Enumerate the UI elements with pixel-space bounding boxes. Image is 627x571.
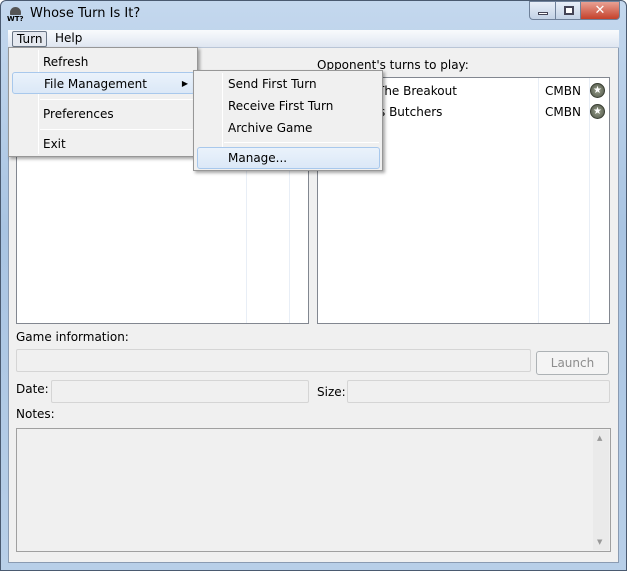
app-icon-text: WT? bbox=[7, 15, 24, 23]
notes-label: Notes: bbox=[16, 407, 55, 421]
turn-menu: Refresh File Management ▶ Preferences Ex… bbox=[8, 47, 198, 157]
game-name: s Butchers bbox=[379, 105, 443, 119]
close-button[interactable]: ✕ bbox=[580, 1, 620, 20]
menu-item-label: File Management bbox=[44, 77, 147, 91]
menu-help[interactable]: Help bbox=[51, 31, 86, 47]
size-label: Size: bbox=[317, 385, 346, 399]
date-label: Date: bbox=[16, 382, 49, 396]
game-info-field[interactable] bbox=[16, 349, 531, 372]
app-icon: WT? bbox=[7, 6, 25, 24]
launch-button[interactable]: Launch bbox=[536, 351, 609, 375]
notes-scrollbar[interactable]: ▲ ▼ bbox=[593, 430, 609, 550]
star-badge-icon: ★ bbox=[590, 83, 605, 98]
maximize-button[interactable] bbox=[555, 1, 581, 20]
file-management-submenu: Send First Turn Receive First Turn Archi… bbox=[193, 70, 383, 171]
menu-item-preferences[interactable]: Preferences bbox=[9, 103, 197, 125]
menu-item-file-management[interactable]: File Management ▶ bbox=[12, 72, 195, 94]
date-field[interactable] bbox=[51, 380, 309, 403]
menu-item-receive-first-turn[interactable]: Receive First Turn bbox=[194, 95, 382, 117]
game-type: CMBN bbox=[545, 84, 581, 98]
game-info-label: Game information: bbox=[16, 330, 129, 344]
submenu-arrow-icon: ▶ bbox=[181, 79, 188, 88]
size-field[interactable] bbox=[347, 380, 610, 403]
minimize-button[interactable] bbox=[529, 1, 556, 20]
game-type: CMBN bbox=[545, 105, 581, 119]
menu-item-archive-game[interactable]: Archive Game bbox=[194, 117, 382, 139]
menubar bbox=[8, 30, 619, 48]
notes-textarea[interactable]: ▲ ▼ bbox=[16, 428, 611, 552]
menu-item-send-first-turn[interactable]: Send First Turn bbox=[194, 73, 382, 95]
menu-item-manage[interactable]: Manage... bbox=[197, 147, 380, 169]
scroll-down-icon[interactable]: ▼ bbox=[597, 538, 602, 546]
menu-item-refresh[interactable]: Refresh bbox=[9, 51, 197, 73]
scroll-up-icon[interactable]: ▲ bbox=[597, 434, 602, 442]
star-badge-icon: ★ bbox=[590, 104, 605, 119]
menu-item-exit[interactable]: Exit bbox=[9, 133, 197, 155]
window-title: Whose Turn Is It? bbox=[30, 6, 141, 21]
game-name: The Breakout bbox=[377, 84, 457, 98]
menu-turn[interactable]: Turn bbox=[12, 31, 48, 47]
